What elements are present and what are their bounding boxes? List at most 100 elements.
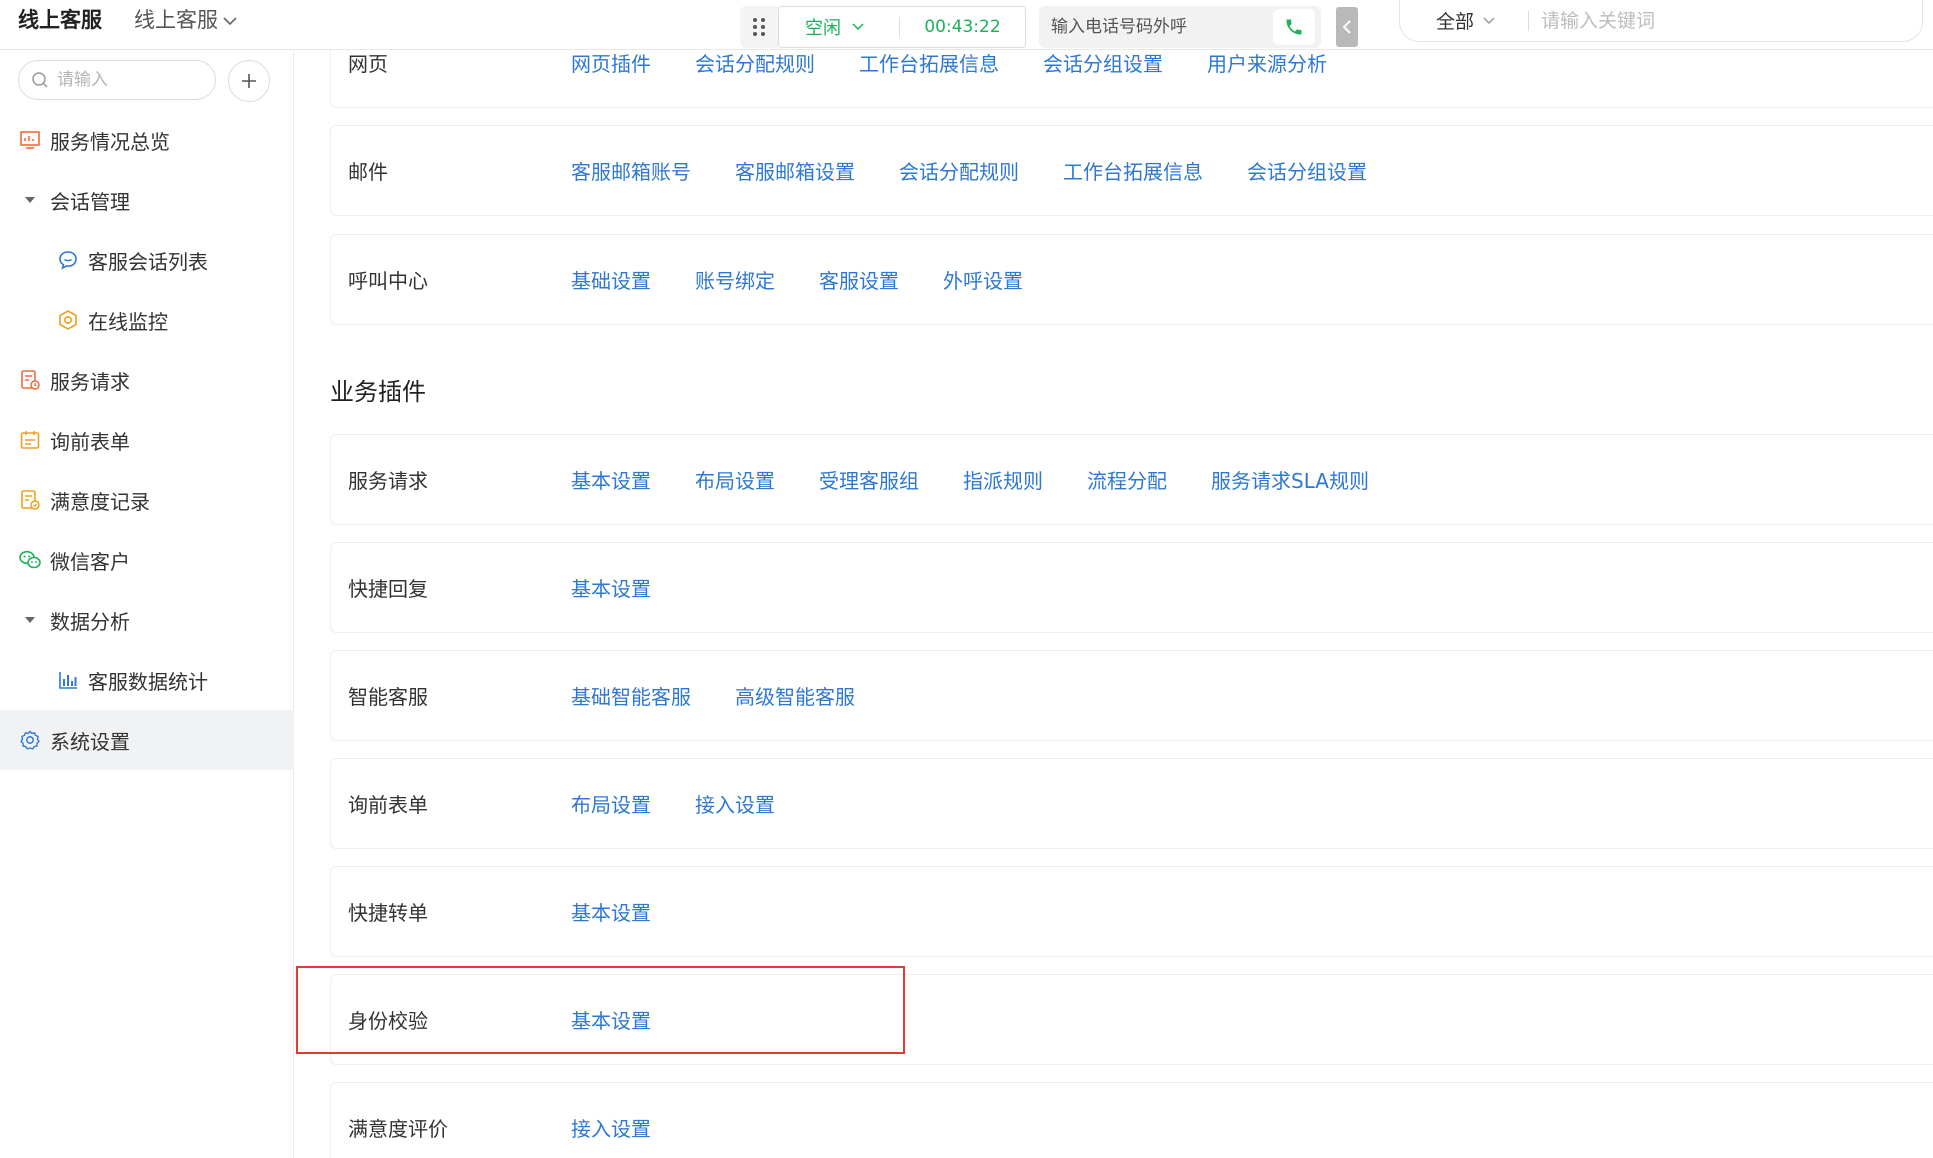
- row-label: 呼叫中心: [348, 269, 428, 293]
- link-access-settings[interactable]: 接入设置: [695, 789, 775, 818]
- add-button[interactable]: [228, 60, 270, 102]
- sidebar-item-label: 会话管理: [50, 189, 130, 214]
- settings-row-web: 网页 网页插件 会话分配规则 工作台拓展信息 会话分组设置 用户来源分析: [330, 50, 1933, 108]
- monitor-icon: [56, 308, 80, 332]
- link-workflow-assignment[interactable]: 流程分配: [1087, 465, 1167, 494]
- link-basic-settings[interactable]: 基本设置: [571, 465, 651, 494]
- link-account-binding[interactable]: 账号绑定: [695, 265, 775, 294]
- link-basic-settings[interactable]: 基本设置: [571, 1005, 651, 1034]
- bar-chart-icon: [56, 668, 80, 692]
- row-label: 快捷转单: [348, 901, 428, 925]
- link-basic-settings[interactable]: 基本设置: [571, 573, 651, 602]
- settings-row-identity-verification: 身份校验 基本设置: [330, 974, 1933, 1065]
- chevron-left-icon: [1342, 20, 1351, 34]
- sidebar-item-label: 满意度记录: [50, 489, 150, 514]
- sidebar-item-label: 询前表单: [50, 429, 130, 454]
- row-label: 身份校验: [348, 1009, 428, 1033]
- sidebar-item-label: 服务情况总览: [50, 129, 170, 154]
- chevron-down-icon: [223, 16, 237, 25]
- row-label: 邮件: [348, 160, 388, 184]
- collapse-panel-button[interactable]: [1336, 7, 1358, 47]
- link-layout-settings[interactable]: 布局设置: [695, 465, 775, 494]
- app-switcher[interactable]: 线上客服: [134, 4, 238, 34]
- row-label: 智能客服: [348, 685, 428, 709]
- sidebar-item-online-monitor[interactable]: 在线监控: [0, 290, 294, 350]
- row-label: 满意度评价: [348, 1117, 448, 1141]
- sidebar-search-input[interactable]: [57, 70, 197, 90]
- link-basic-settings[interactable]: 基本设置: [571, 897, 651, 926]
- link-layout-settings[interactable]: 布局设置: [571, 789, 651, 818]
- settings-row-quick-ticket: 快捷转单 基本设置: [330, 866, 1933, 957]
- link-user-source-analysis[interactable]: 用户来源分析: [1207, 50, 1327, 77]
- link-dispatch-rules[interactable]: 指派规则: [963, 465, 1043, 494]
- row-links: 基本设置: [571, 573, 651, 602]
- link-basic-smart-agent[interactable]: 基础智能客服: [571, 681, 691, 710]
- row-label: 网页: [348, 52, 388, 76]
- gear-icon: [18, 728, 42, 752]
- row-links: 布局设置 接入设置: [571, 789, 775, 818]
- link-advanced-smart-agent[interactable]: 高级智能客服: [735, 681, 855, 710]
- sidebar-item-label: 在线监控: [88, 309, 168, 334]
- drag-dots-icon: [753, 18, 765, 36]
- sidebar-item-pre-chat-form[interactable]: 询前表单: [0, 410, 294, 470]
- chevron-down-icon: [1483, 16, 1495, 24]
- wechat-icon: [18, 548, 42, 572]
- link-session-group-settings[interactable]: 会话分组设置: [1247, 156, 1367, 185]
- sidebar: 服务情况总览 会话管理 客服会话列表 在线监控 服务请求 询前表单 满意度记录 …: [0, 50, 294, 1158]
- link-agent-settings[interactable]: 客服设置: [819, 265, 899, 294]
- row-label: 快捷回复: [348, 577, 428, 601]
- settings-row-satisfaction-rating: 满意度评价 接入设置: [330, 1082, 1933, 1158]
- service-request-icon: [18, 368, 42, 392]
- link-outbound-settings[interactable]: 外呼设置: [943, 265, 1023, 294]
- sidebar-item-service-request[interactable]: 服务请求: [0, 350, 294, 410]
- link-web-plugin[interactable]: 网页插件: [571, 50, 651, 77]
- sidebar-item-label: 系统设置: [50, 729, 130, 754]
- sidebar-item-label: 微信客户: [50, 549, 130, 574]
- row-links: 客服邮箱账号 客服邮箱设置 会话分配规则 工作台拓展信息 会话分组设置: [571, 156, 1367, 185]
- row-links: 基本设置: [571, 897, 651, 926]
- outbound-dial-box: [1039, 6, 1321, 48]
- link-session-group-settings[interactable]: 会话分组设置: [1043, 50, 1163, 77]
- row-label: 询前表单: [348, 793, 428, 817]
- link-access-settings[interactable]: 接入设置: [571, 1113, 651, 1142]
- form-icon: [18, 428, 42, 452]
- sidebar-item-system-settings[interactable]: 系统设置: [0, 710, 294, 770]
- link-session-assignment-rules[interactable]: 会话分配规则: [695, 50, 815, 77]
- link-basic-settings[interactable]: 基础设置: [571, 265, 651, 294]
- row-links: 基本设置 布局设置 受理客服组 指派规则 流程分配 服务请求SLA规则: [571, 465, 1369, 494]
- agent-status-select[interactable]: 空闲: [779, 14, 899, 40]
- sidebar-group-data-analysis[interactable]: 数据分析: [0, 590, 294, 650]
- chat-icon: [56, 248, 80, 272]
- row-links: 基础设置 账号绑定 客服设置 外呼设置: [571, 265, 1023, 294]
- settings-row-email: 邮件 客服邮箱账号 客服邮箱设置 会话分配规则 工作台拓展信息 会话分组设置: [330, 125, 1933, 216]
- settings-row-service-request: 服务请求 基本设置 布局设置 受理客服组 指派规则 流程分配 服务请求SLA规则: [330, 434, 1933, 525]
- drag-handle[interactable]: [740, 6, 778, 48]
- search-scope-select[interactable]: 全部: [1400, 7, 1528, 34]
- sidebar-item-agent-stats[interactable]: 客服数据统计: [0, 650, 294, 710]
- link-service-request-sla-rules[interactable]: 服务请求SLA规则: [1211, 465, 1369, 494]
- settings-main: 网页 网页插件 会话分配规则 工作台拓展信息 会话分组设置 用户来源分析 邮件 …: [296, 50, 1933, 1158]
- top-bar: 线上客服 线上客服 空闲 00:43:22 全部: [0, 0, 1933, 50]
- sidebar-item-satisfaction-records[interactable]: 满意度记录: [0, 470, 294, 530]
- link-workbench-extension-info[interactable]: 工作台拓展信息: [1063, 156, 1203, 185]
- keyword-search-input[interactable]: [1529, 0, 1922, 41]
- sidebar-item-service-overview[interactable]: 服务情况总览: [0, 110, 294, 170]
- sidebar-item-wechat-customers[interactable]: 微信客户: [0, 530, 294, 590]
- sidebar-group-session-management[interactable]: 会话管理: [0, 170, 294, 230]
- row-links: 基本设置: [571, 1005, 651, 1034]
- settings-row-quick-reply: 快捷回复 基本设置: [330, 542, 1933, 633]
- search-scope-value: 全部: [1436, 11, 1475, 33]
- call-button[interactable]: [1273, 9, 1315, 45]
- link-support-mailbox-account[interactable]: 客服邮箱账号: [571, 156, 691, 185]
- satisfaction-icon: [18, 488, 42, 512]
- link-session-assignment-rules[interactable]: 会话分配规则: [899, 156, 1019, 185]
- phone-number-input[interactable]: [1039, 6, 1273, 48]
- settings-row-smart-agent: 智能客服 基础智能客服 高级智能客服: [330, 650, 1933, 741]
- section-title-business-plugins: 业务插件: [330, 378, 426, 406]
- sidebar-item-session-list[interactable]: 客服会话列表: [0, 230, 294, 290]
- phone-icon: [1286, 19, 1302, 35]
- link-support-mailbox-settings[interactable]: 客服邮箱设置: [735, 156, 855, 185]
- link-handling-agent-groups[interactable]: 受理客服组: [819, 465, 919, 494]
- row-label: 服务请求: [348, 469, 428, 493]
- link-workbench-extension-info[interactable]: 工作台拓展信息: [859, 50, 999, 77]
